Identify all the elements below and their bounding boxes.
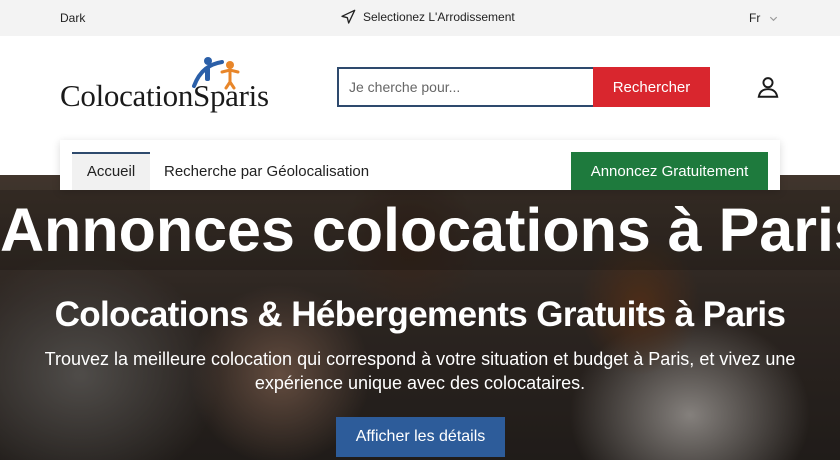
search-bar: Rechercher — [337, 67, 710, 107]
user-icon — [757, 77, 779, 98]
search-input[interactable] — [337, 67, 593, 107]
arrondissement-label: Selectionez L'Arrodissement — [363, 10, 515, 24]
nav-tab-accueil[interactable]: Accueil — [72, 152, 150, 190]
hero-subtitle: Colocations & Hébergements Gratuits à Pa… — [54, 295, 786, 334]
top-bar: Dark Selectionez L'Arrodissement Fr — [0, 0, 840, 36]
search-button[interactable]: Rechercher — [593, 67, 710, 107]
site-header: ColocationSparis Rechercher — [0, 36, 840, 140]
theme-toggle[interactable]: Dark — [60, 11, 85, 25]
hero-description: Trouvez la meilleure colocation qui corr… — [44, 349, 796, 393]
user-account-button[interactable] — [755, 74, 781, 105]
hero-title: Annonces colocations à Paris — [0, 196, 840, 264]
chevron-down-icon — [770, 16, 778, 21]
language-label: Fr — [749, 11, 761, 25]
arrondissement-selector[interactable]: Selectionez L'Arrodissement — [340, 9, 515, 25]
main-nav: Accueil Recherche par Géolocalisation An… — [60, 140, 780, 190]
post-ad-button[interactable]: Annoncez Gratuitement — [571, 152, 768, 190]
show-details-button[interactable]: Afficher les détails — [336, 417, 505, 457]
hero-banner: Annonces colocations à Paris Colocations… — [0, 175, 840, 460]
site-logo[interactable]: ColocationSparis — [58, 56, 298, 118]
nav-tab-geolocalisation[interactable]: Recherche par Géolocalisation — [164, 154, 369, 190]
navigation-arrow-icon — [341, 9, 356, 24]
logo-text: ColocationSparis — [60, 78, 269, 113]
language-selector[interactable]: Fr — [749, 11, 779, 25]
